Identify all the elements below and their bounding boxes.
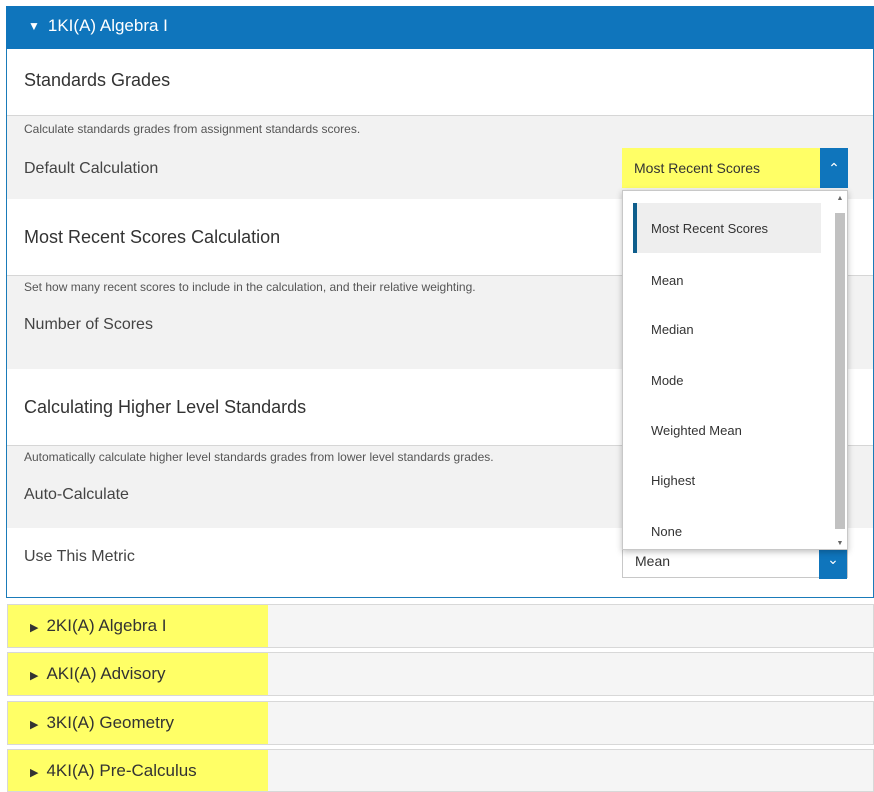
selected-option-indicator xyxy=(633,203,637,253)
course-panel-collapsed[interactable]: ▶ 3KI(A) Geometry xyxy=(7,701,874,745)
use-this-metric-value: Mean xyxy=(635,553,671,569)
triangle-right-icon: ▶ xyxy=(30,719,39,731)
higher-level-title: Calculating Higher Level Standards xyxy=(24,397,307,417)
default-calculation-value: Most Recent Scores xyxy=(634,160,761,176)
chevron-up-icon[interactable]: ⌃ xyxy=(820,148,848,188)
collapsed-course-title: 3KI(A) Geometry xyxy=(46,713,175,732)
course-panel-collapsed[interactable]: ▶ AKI(A) Advisory xyxy=(7,652,874,696)
dropdown-option-none[interactable]: None xyxy=(651,524,682,539)
standards-grades-title: Standards Grades xyxy=(24,70,171,90)
triangle-right-icon: ▶ xyxy=(30,670,39,682)
triangle-right-icon: ▶ xyxy=(30,767,39,779)
scroll-down-icon[interactable]: ▼ xyxy=(835,540,845,547)
dropdown-option-median[interactable]: Median xyxy=(651,322,694,337)
dropdown-option-mean[interactable]: Mean xyxy=(651,273,684,288)
collapsed-course-title: 2KI(A) Algebra I xyxy=(46,616,167,635)
dropdown-option-most-recent-scores[interactable]: Most Recent Scores xyxy=(651,221,768,236)
most-recent-description: Set how many recent scores to include in… xyxy=(24,280,476,294)
number-of-scores-label: Number of Scores xyxy=(24,316,153,333)
dropdown-option-mode[interactable]: Mode xyxy=(651,373,684,388)
course-panel-collapsed[interactable]: ▶ 2KI(A) Algebra I xyxy=(7,604,874,648)
scroll-thumb[interactable] xyxy=(835,213,845,529)
standards-grades-description: Calculate standards grades from assignme… xyxy=(24,122,361,136)
higher-level-description: Automatically calculate higher level sta… xyxy=(24,450,494,464)
course-panel-header[interactable]: ▼ 1KI(A) Algebra I xyxy=(6,6,874,49)
collapsed-course-title: 4KI(A) Pre-Calculus xyxy=(46,761,197,780)
triangle-right-icon: ▶ xyxy=(30,622,39,634)
triangle-down-icon: ▼ xyxy=(28,19,40,33)
auto-calculate-label: Auto-Calculate xyxy=(24,486,129,503)
default-calculation-select[interactable]: Most Recent Scores ⌃ xyxy=(622,148,848,188)
calculation-dropdown-list: Most Recent Scores Mean Median Mode Weig… xyxy=(622,190,848,550)
default-calculation-label: Default Calculation xyxy=(24,160,159,177)
dropdown-option-weighted-mean[interactable]: Weighted Mean xyxy=(651,423,742,438)
use-this-metric-label: Use This Metric xyxy=(24,548,135,565)
collapsed-course-title: AKI(A) Advisory xyxy=(46,664,166,683)
dropdown-option-highest[interactable]: Highest xyxy=(651,473,695,488)
scroll-up-icon[interactable]: ▲ xyxy=(835,195,845,202)
course-panel-collapsed[interactable]: ▶ 4KI(A) Pre-Calculus xyxy=(7,749,874,792)
most-recent-title: Most Recent Scores Calculation xyxy=(24,227,281,247)
dropdown-scrollbar[interactable]: ▲ ▼ xyxy=(833,195,845,547)
course-title: 1KI(A) Algebra I xyxy=(47,16,168,35)
